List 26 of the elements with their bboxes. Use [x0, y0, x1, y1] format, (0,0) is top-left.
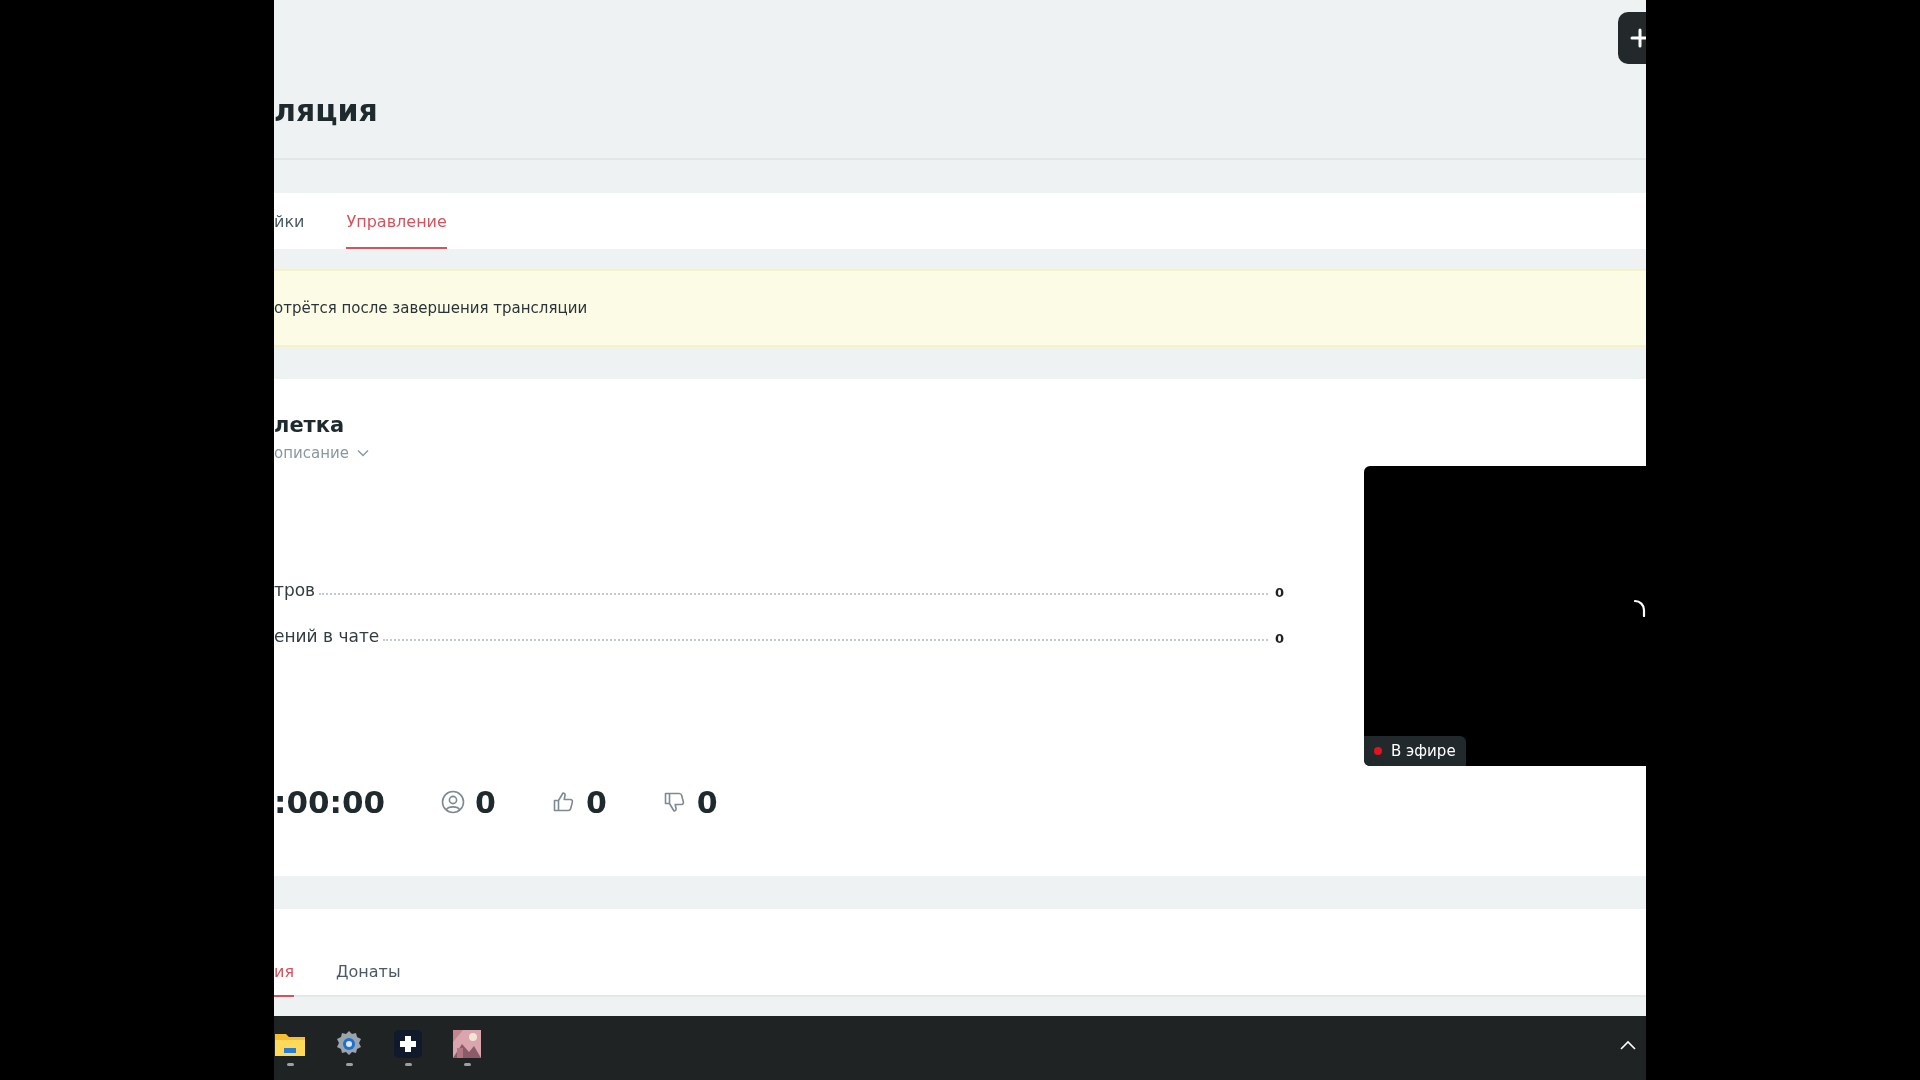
viewer-count: 0	[475, 784, 496, 820]
tab[interactable]: йки	[274, 212, 305, 249]
stat-label: тров	[274, 580, 316, 601]
stream-duration: :00:00	[274, 784, 386, 821]
page-title: ляция	[274, 96, 378, 126]
live-dot-icon	[1374, 747, 1382, 755]
chevron-down-icon	[356, 449, 369, 458]
thumbs-down-icon	[662, 790, 687, 815]
live-label: В эфире	[1391, 742, 1456, 760]
tab[interactable]: Донаты	[336, 962, 401, 997]
tab[interactable]: ия	[274, 962, 295, 997]
dislike-count: 0	[696, 784, 718, 820]
user-icon	[441, 790, 466, 815]
tab[interactable]: Управление	[346, 212, 447, 249]
chevron-up-icon	[1620, 1040, 1636, 1050]
gear-icon	[335, 1030, 363, 1058]
stat-value: 0	[1273, 631, 1284, 647]
plus-app-icon	[394, 1030, 422, 1058]
chevron-up-button[interactable]	[1620, 1040, 1636, 1050]
stat-label: ений в чате	[274, 626, 380, 647]
like-count: 0	[585, 784, 607, 820]
notice-text: отрётся после завершения трансляции	[274, 299, 588, 317]
plus-icon	[1630, 28, 1646, 48]
description-toggle[interactable]: описание	[274, 444, 369, 463]
stat-value: 0	[1273, 585, 1284, 601]
stream-title: летка	[274, 413, 346, 439]
